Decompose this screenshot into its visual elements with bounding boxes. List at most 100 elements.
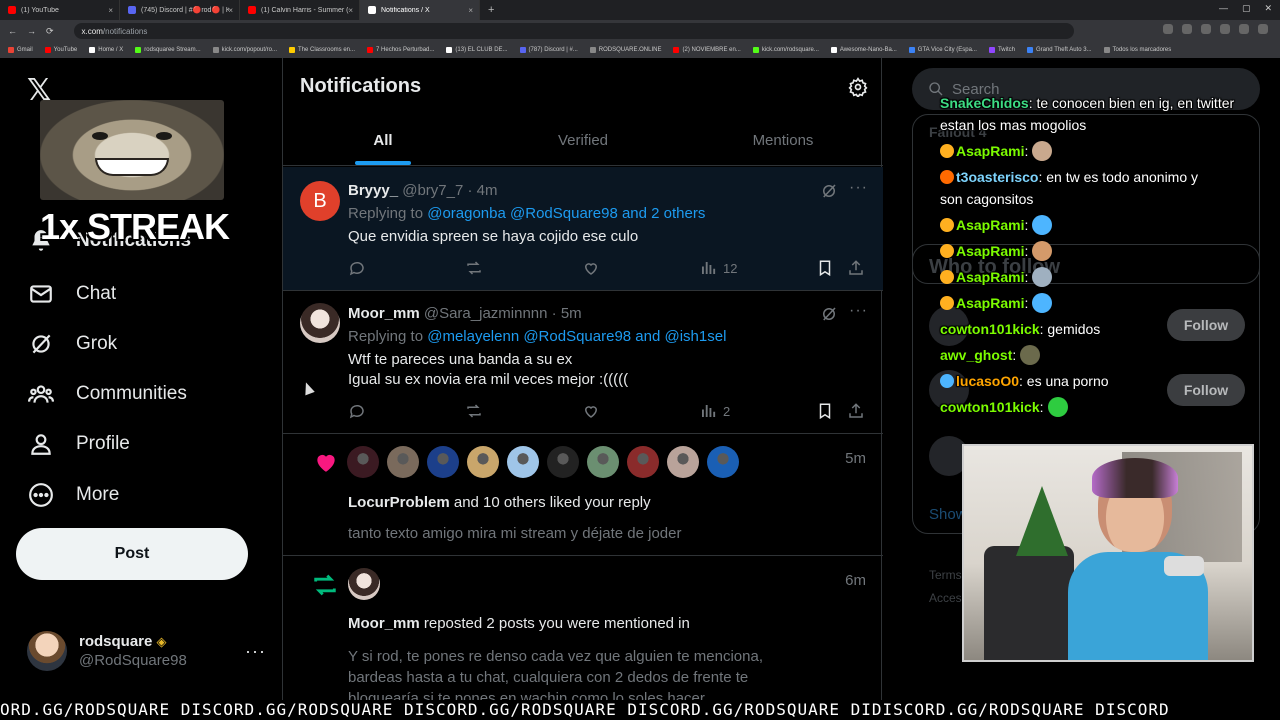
bookmark-item[interactable]: (13) EL CLUB DE... <box>446 47 508 53</box>
avatar[interactable] <box>667 446 699 478</box>
bookmark-item[interactable]: (2) NOVIEMBRE en... <box>673 47 741 53</box>
avatar[interactable] <box>348 568 380 600</box>
bookmark-item[interactable]: Gmail <box>8 47 33 53</box>
profile-icon[interactable] <box>1258 24 1268 34</box>
bookmark-item[interactable]: Todos los marcadores <box>1103 47 1171 53</box>
new-tab-button[interactable]: + <box>480 4 502 16</box>
account-name: rodsquare ◈ <box>79 633 167 650</box>
reply-button[interactable] <box>348 259 366 277</box>
tweet-actions: 2 <box>348 402 868 422</box>
post-button[interactable]: Post <box>16 528 248 580</box>
grok-icon[interactable] <box>820 305 838 323</box>
avatar[interactable] <box>587 446 619 478</box>
reply-button[interactable] <box>348 402 366 420</box>
bookmark-item[interactable]: Grand Theft Auto 3... <box>1026 47 1092 53</box>
url-field[interactable]: x.com/notifications <box>73 23 1074 39</box>
bookmark-button[interactable] <box>816 402 834 420</box>
repost-notification[interactable]: 6m Moor_mm reposted 2 posts you were men… <box>283 556 883 720</box>
follow-button[interactable]: Follow <box>1167 374 1245 406</box>
repost-button[interactable] <box>465 402 483 420</box>
minimize-icon[interactable]: — <box>1219 3 1228 14</box>
reply-mentions[interactable]: @oragonba @RodSquare98 and 2 others <box>427 205 705 222</box>
gear-icon[interactable] <box>848 77 868 97</box>
tweet-author[interactable]: Bryyy_ <box>348 182 398 199</box>
account-more-icon[interactable]: ··· <box>245 641 266 662</box>
extension-icon[interactable] <box>1182 24 1192 34</box>
browser-tab[interactable]: (1) Calvin Harris - Summer (Offic× <box>240 0 360 20</box>
bookmark-item[interactable]: The Classrooms en... <box>289 47 355 53</box>
like-notification[interactable]: 5m LocurProblem and 10 others liked your… <box>283 434 883 556</box>
back-icon[interactable]: ← <box>8 26 17 36</box>
avatar[interactable] <box>300 303 340 343</box>
views-button[interactable]: 12 <box>699 259 737 277</box>
bookmark-item[interactable]: GTA Vice City (Espa... <box>908 47 977 53</box>
accessibility-link[interactable]: Acces <box>929 587 962 610</box>
avatar[interactable]: B <box>300 181 340 221</box>
nav-item-profile[interactable]: Profile <box>28 431 130 457</box>
bookmark-item[interactable]: kick.com/rodsquare... <box>752 47 819 53</box>
avatar[interactable] <box>627 446 659 478</box>
bookmark-item[interactable]: (787) Discord | #... <box>519 47 578 53</box>
share-button[interactable] <box>847 402 865 420</box>
views-button[interactable]: 2 <box>699 402 730 420</box>
avatar[interactable] <box>547 446 579 478</box>
bookmark-item[interactable]: YouTube <box>44 47 77 53</box>
browser-tab[interactable]: (1) YouTube × <box>0 0 120 20</box>
avatar[interactable] <box>427 446 459 478</box>
close-tab-icon[interactable]: × <box>468 6 473 15</box>
notification-user[interactable]: LocurProblem <box>348 494 450 511</box>
more-icon[interactable]: ··· <box>849 179 868 197</box>
avatar[interactable] <box>387 446 419 478</box>
forward-icon[interactable]: → <box>27 26 36 36</box>
extension-icon[interactable] <box>1239 24 1249 34</box>
close-tab-icon[interactable]: × <box>228 6 233 15</box>
avatar[interactable] <box>707 446 739 478</box>
account-switcher[interactable]: rodsquare ◈ @RodSquare98 <box>27 631 187 671</box>
close-tab-icon[interactable]: × <box>348 6 353 15</box>
tweet-card[interactable]: B Bryyy_ @bry7_7 · 4m ··· Replying to @o… <box>283 167 883 291</box>
nav-item-more[interactable]: More <box>28 482 119 508</box>
terms-link[interactable]: Terms <box>929 564 962 587</box>
reload-icon[interactable]: ⟳ <box>46 26 54 37</box>
more-icon[interactable]: ··· <box>849 302 868 320</box>
tab-verified[interactable]: Verified <box>483 116 683 165</box>
browser-tab-bar: (1) YouTube×(745) Discord | #🔴rod🔴 | KIC… <box>0 0 1280 20</box>
repost-button[interactable] <box>465 259 483 277</box>
avatar[interactable] <box>467 446 499 478</box>
nav-item-chat[interactable]: Chat <box>28 281 116 307</box>
bookmark-item[interactable]: Twitch <box>988 47 1015 53</box>
tab-mentions[interactable]: Mentions <box>683 116 883 165</box>
tab-all[interactable]: All <box>283 116 483 165</box>
close-tab-icon[interactable]: × <box>108 6 113 15</box>
extension-icon[interactable] <box>1163 24 1173 34</box>
show-more-link[interactable]: Show <box>929 506 967 523</box>
extension-icon[interactable] <box>1220 24 1230 34</box>
follow-button[interactable]: Follow <box>1167 309 1245 341</box>
grok-icon[interactable] <box>820 182 838 200</box>
bookmark-button[interactable] <box>816 259 834 277</box>
like-button[interactable] <box>582 259 600 277</box>
share-button[interactable] <box>847 259 865 277</box>
close-window-icon[interactable]: ✕ <box>1264 3 1272 14</box>
chat-message: AsapRami: <box>940 140 1053 162</box>
avatar[interactable] <box>507 446 539 478</box>
tweet-card[interactable]: Moor_mm @Sara_jazminnnn · 5m ··· Replyin… <box>283 291 883 434</box>
bookmark-item[interactable]: Awesome-Nano-Ba... <box>830 47 897 53</box>
notification-time: 5m <box>845 450 866 467</box>
tweet-author[interactable]: Moor_mm <box>348 305 420 322</box>
browser-tab[interactable]: Notifications / X × <box>360 0 480 20</box>
like-button[interactable] <box>582 402 600 420</box>
bookmark-item[interactable]: Home / X <box>89 47 123 53</box>
reply-mentions[interactable]: @melayelenn @RodSquare98 and @ish1sel <box>427 328 726 345</box>
nav-item-communities[interactable]: Communities <box>28 381 187 407</box>
extension-icon[interactable] <box>1201 24 1211 34</box>
bookmark-item[interactable]: RODSQUARE.ONLINE <box>589 47 661 53</box>
bookmark-item[interactable]: 7 Hechos Perturbad... <box>367 47 434 53</box>
bookmark-item[interactable]: kick.com/popout/ro... <box>212 47 277 53</box>
maximize-icon[interactable]: ▢ <box>1242 3 1251 14</box>
nav-item-grok[interactable]: Grok <box>28 331 117 357</box>
notification-user[interactable]: Moor_mm <box>348 615 420 632</box>
avatar[interactable] <box>347 446 379 478</box>
browser-tab[interactable]: (745) Discord | #🔴rod🔴 | KICK× <box>120 0 240 20</box>
bookmark-item[interactable]: rodsquaree Stream... <box>135 47 201 53</box>
